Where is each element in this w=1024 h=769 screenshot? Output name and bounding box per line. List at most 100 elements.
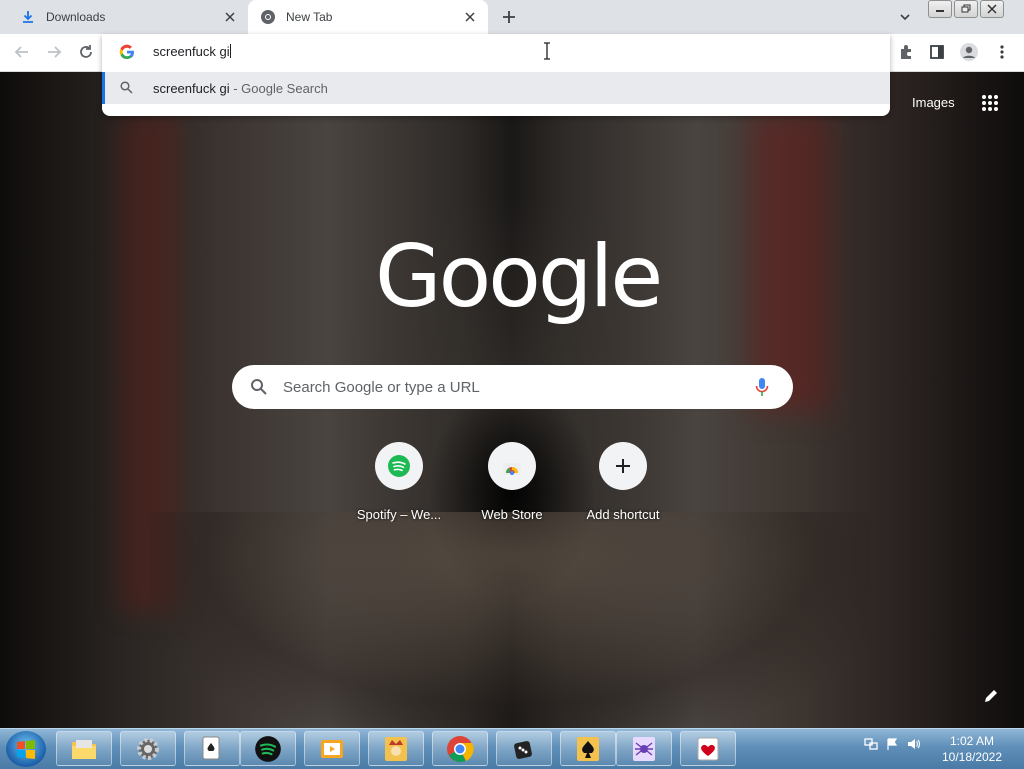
- start-button[interactable]: [6, 731, 46, 767]
- king-game-icon: [385, 736, 407, 761]
- solitaire-icon: [202, 736, 220, 759]
- close-icon[interactable]: [222, 9, 238, 25]
- side-panel-icon: [930, 45, 944, 59]
- spotify-icon: [255, 735, 281, 762]
- tab-search-button[interactable]: [896, 8, 914, 26]
- spider-solitaire-icon: [633, 736, 655, 761]
- network-icon[interactable]: [864, 737, 878, 751]
- web-store-icon: [503, 463, 521, 475]
- customize-pencil-icon[interactable]: [983, 688, 999, 704]
- close-icon[interactable]: [462, 9, 478, 25]
- clock-date: 10/18/2022: [941, 750, 1003, 764]
- taskbar-chrome[interactable]: [432, 731, 488, 766]
- shortcut-label: Spotify – We...: [356, 507, 442, 522]
- puzzle-icon: [901, 45, 911, 59]
- suggestion-query: screenfuck gi: [153, 80, 230, 96]
- profile-button[interactable]: [959, 42, 979, 62]
- new-tab-button[interactable]: [500, 8, 518, 26]
- search-icon: [120, 81, 133, 97]
- back-arrow-icon: [14, 46, 28, 58]
- ntp-search-box[interactable]: Search Google or type a URL: [232, 365, 793, 409]
- avatar-icon: [960, 43, 978, 61]
- plus-icon: [503, 11, 515, 23]
- omnibox-dropdown: screenfuck gi screenfuck gi - Google Sea…: [102, 34, 890, 116]
- mouse-ibeam-cursor-icon: [543, 42, 551, 65]
- taskbar-file-explorer[interactable]: [56, 731, 112, 766]
- search-icon: [250, 378, 268, 401]
- apps-grid-icon[interactable]: [981, 94, 999, 112]
- microphone-icon[interactable]: [755, 377, 769, 402]
- close-icon: [987, 4, 997, 14]
- system-clock[interactable]: 1:02 AM 10/18/2022: [936, 733, 1008, 765]
- taskbar-spider-solitaire[interactable]: [616, 731, 672, 766]
- taskbar-dice-game[interactable]: [496, 731, 552, 766]
- menu-button[interactable]: [992, 42, 1012, 62]
- media-player-icon: [321, 739, 343, 758]
- flag-icon[interactable]: [885, 737, 899, 751]
- taskbar-spades[interactable]: [560, 731, 616, 766]
- close-window-button[interactable]: [980, 0, 1004, 18]
- shortcut-web-store[interactable]: Web Store: [457, 442, 567, 522]
- search-input[interactable]: Search Google or type a URL: [283, 379, 480, 396]
- shortcut-icon-circle: [488, 442, 536, 490]
- back-button[interactable]: [12, 42, 32, 62]
- side-panel-button[interactable]: [927, 42, 947, 62]
- plus-icon: [616, 459, 630, 473]
- new-tab-page: il Images Google Search Google or type a…: [0, 72, 1024, 728]
- restore-button[interactable]: [954, 0, 978, 18]
- google-g-icon: [119, 44, 134, 60]
- tab-new-tab[interactable]: New Tab: [248, 0, 488, 34]
- chrome-icon: [260, 9, 276, 25]
- reload-button[interactable]: [76, 42, 96, 62]
- extensions-button[interactable]: [896, 42, 916, 62]
- spades-icon: [577, 736, 599, 761]
- shortcut-spotify[interactable]: Spotify – We...: [344, 442, 454, 522]
- reload-icon: [80, 45, 92, 58]
- images-link[interactable]: Images: [912, 95, 955, 110]
- window-controls: [928, 0, 1004, 18]
- address-input-value: screenfuck gi: [153, 44, 230, 59]
- add-shortcut-button[interactable]: Add shortcut: [568, 442, 678, 522]
- shortcut-label: Web Store: [481, 507, 543, 522]
- forward-arrow-icon: [48, 46, 62, 58]
- more-vert-icon: [1000, 45, 1004, 59]
- google-logo: Google: [375, 227, 663, 327]
- tab-downloads[interactable]: Downloads: [8, 0, 248, 34]
- shortcut-label: Add shortcut: [586, 507, 660, 522]
- clock-time: 1:02 AM: [949, 734, 995, 748]
- suggestion-text: screenfuck gi - Google Search: [153, 81, 328, 96]
- settings-gear-icon: [137, 737, 159, 760]
- taskbar-king-game[interactable]: [368, 731, 424, 766]
- windows-logo-icon: [17, 740, 35, 759]
- omnibox-suggestion[interactable]: screenfuck gi - Google Search: [102, 72, 890, 104]
- tab-title: New Tab: [286, 10, 333, 24]
- file-explorer-icon: [72, 739, 96, 759]
- dice-game-icon: [514, 740, 532, 759]
- taskbar-settings[interactable]: [120, 731, 176, 766]
- chrome-icon: [447, 735, 474, 762]
- taskbar-spotify[interactable]: [240, 731, 296, 766]
- spotify-icon: [388, 455, 410, 477]
- taskbar-solitaire[interactable]: [184, 731, 240, 766]
- taskbar-hearts[interactable]: [680, 731, 736, 766]
- minimize-button[interactable]: [928, 0, 952, 18]
- forward-button[interactable]: [44, 42, 64, 62]
- windows-taskbar: 1:02 AM 10/18/2022: [0, 728, 1024, 769]
- minimize-icon: [936, 10, 944, 12]
- volume-icon[interactable]: [906, 737, 920, 751]
- text-caret: [229, 44, 231, 58]
- background-image: [150, 512, 870, 728]
- hearts-icon: [697, 737, 719, 760]
- taskbar-media-player[interactable]: [304, 731, 360, 766]
- address-bar[interactable]: screenfuck gi: [102, 34, 890, 70]
- tab-strip: Downloads New Tab: [0, 0, 1024, 34]
- system-tray: [864, 737, 920, 751]
- tab-title: Downloads: [46, 10, 106, 24]
- restore-icon: [961, 4, 971, 13]
- chevron-down-icon: [900, 14, 910, 21]
- download-icon: [20, 9, 36, 25]
- address-input[interactable]: screenfuck gi: [153, 44, 231, 59]
- shortcut-icon-circle: [599, 442, 647, 490]
- shortcut-icon-circle: [375, 442, 423, 490]
- suggestion-hint: - Google Search: [229, 80, 328, 96]
